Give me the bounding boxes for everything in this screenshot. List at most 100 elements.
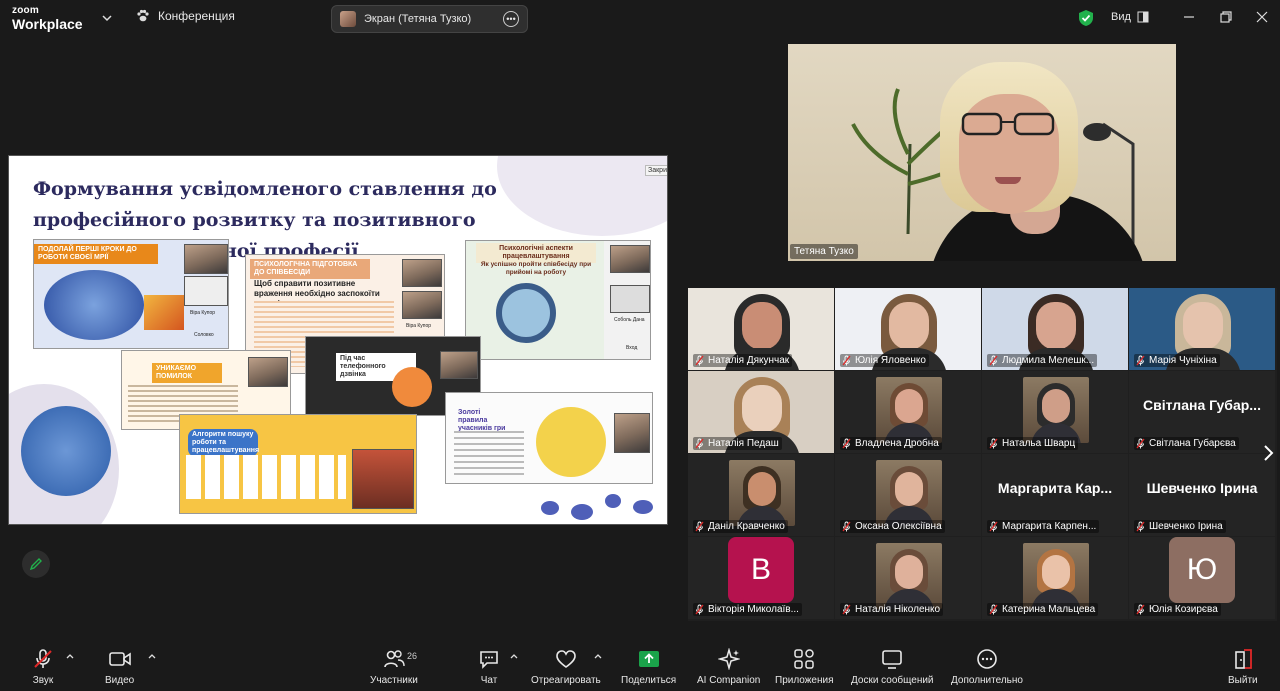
participant-gallery[interactable]: Наталія Дякунчак Юлія Яловенко Людмила Мел…: [688, 288, 1277, 621]
shared-screen[interactable]: Формування усвідомленого ставлення до пр…: [8, 155, 668, 525]
participant-thumbnail: [614, 413, 650, 453]
chevron-down-icon[interactable]: [101, 12, 113, 24]
participant-face: [1036, 302, 1076, 350]
participant-tile[interactable]: Наталія Ніколенко: [835, 537, 981, 619]
participant-tile[interactable]: Людмила Мелешк...: [982, 288, 1128, 370]
participant-tile[interactable]: Даніл Кравченко: [688, 454, 834, 536]
card-heading: ПСИХОЛОГІЧНА ПІДГОТОВКА ДО СПІВБЕСІДИ: [250, 259, 370, 280]
chevron-up-icon[interactable]: [510, 653, 518, 659]
decor-dot: [541, 501, 559, 515]
participant-thumbnail: [402, 259, 442, 287]
video-camera-icon: [108, 652, 131, 666]
card-heading: УНИКАЄМО ПОМИЛОК: [152, 363, 222, 384]
participant-tile[interactable]: Ю Юлія Козирєва: [1129, 537, 1275, 619]
mic-muted-icon: [695, 355, 704, 366]
participant-tile[interactable]: Світлана Губар... Світлана Губарєва: [1129, 371, 1275, 453]
participant-tile[interactable]: Юлія Яловенко: [835, 288, 981, 370]
video-button[interactable]: Видео: [105, 647, 134, 686]
chevron-right-icon[interactable]: [1262, 444, 1274, 462]
pencil-icon: [29, 558, 42, 571]
slide-card: Золоті правила учасників гри: [445, 392, 653, 484]
chevron-up-icon[interactable]: [66, 653, 74, 659]
participant-initial-avatar: Ю: [1169, 537, 1235, 603]
whiteboard-icon: [882, 650, 903, 669]
meeting-info-button[interactable]: Конференция: [136, 9, 235, 23]
mic-muted-icon: [695, 438, 704, 449]
participant-photo: [1023, 543, 1089, 609]
annotate-button[interactable]: [22, 550, 50, 578]
participant-tile[interactable]: Марія Чуніхіна: [1129, 288, 1275, 370]
participant-name-tag: Даніл Кравченко: [693, 520, 788, 533]
ai-companion-button[interactable]: AI Companion: [697, 647, 760, 686]
mic-muted-icon: [1136, 604, 1145, 615]
audio-button[interactable]: Звук: [31, 647, 55, 686]
participant-name: Юлія Яловенко: [855, 355, 926, 366]
share-screen-icon: [638, 651, 659, 667]
reactions-button[interactable]: Отреагировать: [531, 647, 601, 686]
mic-muted-icon: [695, 521, 704, 532]
participant-tile[interactable]: Оксана Олексіївна: [835, 454, 981, 536]
more-button[interactable]: Дополнительно: [951, 647, 1023, 686]
speaker-name: Тетяна Тузко: [790, 244, 858, 259]
participant-tile[interactable]: Натальа Шварц: [982, 371, 1128, 453]
card-illustration: [536, 407, 606, 477]
whiteboards-label: Доски сообщений: [851, 675, 934, 686]
restore-icon[interactable]: [1219, 10, 1233, 24]
more-label: Дополнительно: [951, 675, 1023, 686]
participant-name: Катерина Мальцева: [1002, 604, 1096, 615]
participant-name: Світлана Губарєва: [1149, 438, 1236, 449]
participant-thumbnail: [440, 351, 478, 379]
participant-face: [748, 472, 776, 506]
minimize-icon[interactable]: [1182, 10, 1196, 24]
participant-name-tag: Юлія Козирєва: [1134, 603, 1221, 616]
participant-name: Марія Чуніхіна: [1149, 355, 1217, 366]
view-button[interactable]: Вид: [1111, 11, 1149, 23]
card-heading: Алгоритм пошуку роботи та працевлаштуван…: [188, 429, 259, 458]
participant-face: [1042, 389, 1070, 423]
participant-thumbnail: [402, 291, 442, 319]
participant-name-tag: Катерина Мальцева: [987, 603, 1099, 616]
whiteboards-button[interactable]: Доски сообщений: [851, 647, 934, 686]
share-button[interactable]: Поделиться: [621, 647, 676, 686]
participant-tile[interactable]: В Вікторія Миколаїв...: [688, 537, 834, 619]
participant-name-tag: Маргарита Карпен...: [987, 520, 1100, 533]
more-icon: [977, 649, 997, 669]
apps-button[interactable]: Приложения: [775, 647, 834, 686]
participant-tile[interactable]: Наталія Педаш: [688, 371, 834, 453]
glasses-illustration: [961, 112, 1055, 136]
participant-thumbnail: [184, 276, 228, 306]
shield-check-icon[interactable]: [1078, 9, 1094, 27]
apps-label: Приложения: [775, 675, 834, 686]
participants-count: 26: [407, 651, 418, 661]
active-speaker-video[interactable]: Тетяна Тузко: [788, 44, 1176, 261]
thumbnail-label: Вход: [626, 345, 638, 351]
mic-muted-icon: [34, 649, 52, 668]
participant-tile[interactable]: Катерина Мальцева: [982, 537, 1128, 619]
participant-name: Владлена Дробна: [855, 438, 939, 449]
participant-name: Юлія Козирєва: [1149, 604, 1218, 615]
mic-muted-icon: [842, 355, 851, 366]
more-icon[interactable]: •••: [503, 11, 519, 27]
participant-tile[interactable]: Шевченко Ірина Шевченко Ірина: [1129, 454, 1275, 536]
close-icon[interactable]: [1255, 10, 1269, 24]
sparkle-icon: [717, 648, 740, 670]
view-label: Вид: [1111, 11, 1131, 23]
audio-label: Звук: [32, 675, 54, 686]
chat-button[interactable]: Чат: [477, 647, 501, 686]
screen-share-pill[interactable]: Экран (Тетяна Тузко) •••: [331, 5, 528, 33]
participant-tile[interactable]: Маргарита Кар... Маргарита Карпен...: [982, 454, 1128, 536]
chevron-up-icon[interactable]: [148, 653, 156, 659]
video-label: Видео: [105, 675, 135, 686]
participant-name-tag: Людмила Мелешк...: [987, 354, 1098, 367]
participant-face: [742, 302, 782, 350]
thumbnail-label: Соболь Дана: [614, 317, 645, 323]
participant-tile[interactable]: Наталія Дякунчак: [688, 288, 834, 370]
participant-name-tag: Шевченко Ірина: [1134, 520, 1226, 533]
participant-tile[interactable]: Владлена Дробна: [835, 371, 981, 453]
leave-button[interactable]: Выйти: [1228, 647, 1258, 686]
mic-muted-icon: [1136, 521, 1145, 532]
slide-card: ПОДОЛАЙ ПЕРШІ КРОКИ ДО РОБОТИ СВОЄЇ МРІЇ…: [33, 239, 229, 349]
chevron-up-icon[interactable]: [594, 653, 602, 659]
ai-companion-label: AI Companion: [697, 675, 761, 686]
heart-icon: [556, 650, 576, 668]
